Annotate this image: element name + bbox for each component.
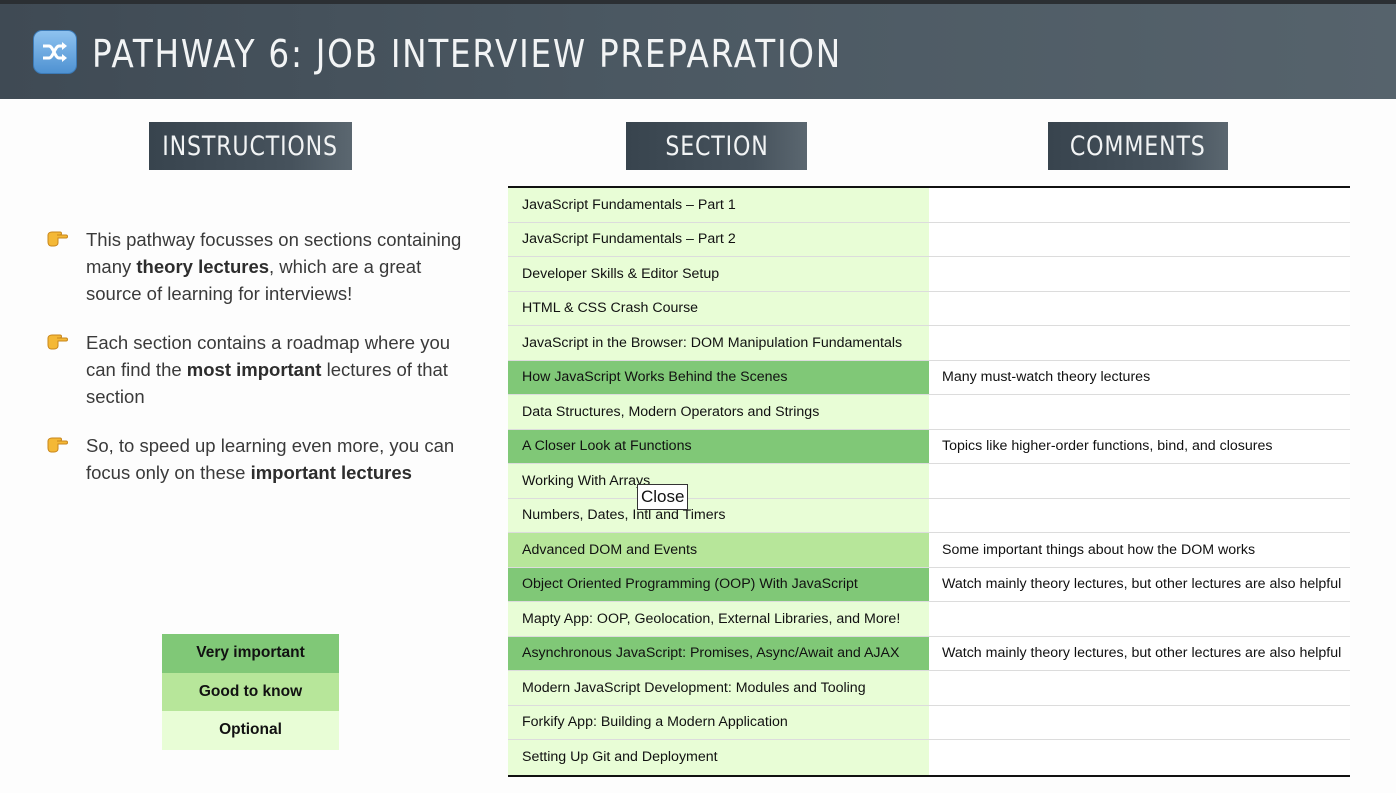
comment-cell: Many must-watch theory lectures <box>929 360 1350 394</box>
section-cell: Developer Skills & Editor Setup <box>508 257 929 291</box>
comment-cell: Topics like higher-order functions, bind… <box>929 429 1350 463</box>
comment-cell <box>929 326 1350 360</box>
table-row: Forkify App: Building a Modern Applicati… <box>508 705 1350 740</box>
table-row: How JavaScript Works Behind the Scenes Ma… <box>508 360 1350 395</box>
instruction-item: Each section contains a roadmap where yo… <box>46 329 466 410</box>
comment-cell <box>929 395 1350 429</box>
section-cell: JavaScript Fundamentals – Part 2 <box>508 222 929 256</box>
table-row: Advanced DOM and Events Some important th… <box>508 533 1350 568</box>
comment-cell: Watch mainly theory lectures, but other … <box>929 567 1350 601</box>
sections-table: JavaScript Fundamentals – Part 1 JavaScri… <box>508 186 1350 777</box>
comments-column-heading: Comments <box>1048 122 1228 170</box>
section-cell: Modern JavaScript Development: Modules a… <box>508 671 929 705</box>
comment-cell <box>929 705 1350 739</box>
comment-cell <box>929 257 1350 291</box>
comment-cell <box>929 188 1350 222</box>
comment-cell <box>929 222 1350 256</box>
section-cell: JavaScript in the Browser: DOM Manipulat… <box>508 326 929 360</box>
section-cell: Working With Arrays <box>508 464 929 498</box>
table-row: Developer Skills & Editor Setup <box>508 257 1350 292</box>
section-cell: Forkify App: Building a Modern Applicati… <box>508 705 929 739</box>
section-cell: How JavaScript Works Behind the Scenes <box>508 360 929 394</box>
instructions-list: This pathway focusses on sections contai… <box>46 226 466 508</box>
comment-cell <box>929 740 1350 775</box>
shuffle-icon <box>33 30 77 74</box>
instruction-item: This pathway focusses on sections contai… <box>46 226 466 307</box>
comment-cell <box>929 602 1350 636</box>
legend-very-important: Very important <box>162 634 339 673</box>
comment-cell <box>929 498 1350 532</box>
section-column-heading: Section <box>626 122 807 170</box>
section-cell: Numbers, Dates, Intl and Timers <box>508 498 929 532</box>
page-title: PATHWAY 6: JOB INTERVIEW PREPARATION <box>92 32 842 76</box>
table-row: Data Structures, Modern Operators and St… <box>508 395 1350 430</box>
table-row: Numbers, Dates, Intl and Timers <box>508 498 1350 533</box>
table-row: Mapty App: OOP, Geolocation, External Li… <box>508 602 1350 637</box>
legend-optional: Optional <box>162 711 339 750</box>
comment-cell <box>929 671 1350 705</box>
section-cell: Setting Up Git and Deployment <box>508 740 929 775</box>
section-cell: Object Oriented Programming (OOP) With J… <box>508 567 929 601</box>
section-cell: Advanced DOM and Events <box>508 533 929 567</box>
table-row: JavaScript Fundamentals – Part 1 <box>508 188 1350 223</box>
table-row: A Closer Look at Functions Topics like hi… <box>508 429 1350 464</box>
section-cell: HTML & CSS Crash Course <box>508 291 929 325</box>
table-row: Setting Up Git and Deployment <box>508 740 1350 775</box>
section-cell: Asynchronous JavaScript: Promises, Async… <box>508 636 929 670</box>
legend-good-to-know: Good to know <box>162 672 339 711</box>
table-row: Modern JavaScript Development: Modules a… <box>508 671 1350 706</box>
instruction-item: So, to speed up learning even more, you … <box>46 432 466 486</box>
table-row: JavaScript in the Browser: DOM Manipulat… <box>508 326 1350 361</box>
comment-cell <box>929 464 1350 498</box>
comment-cell <box>929 291 1350 325</box>
importance-legend: Very important Good to know Optional <box>162 634 339 750</box>
instructions-heading: Instructions <box>149 122 352 170</box>
pointing-hand-icon <box>47 231 68 247</box>
close-tooltip: Close <box>637 484 689 510</box>
section-cell: JavaScript Fundamentals – Part 1 <box>508 188 929 222</box>
section-cell: Data Structures, Modern Operators and St… <box>508 395 929 429</box>
comment-cell: Watch mainly theory lectures, but other … <box>929 636 1350 670</box>
table-row: HTML & CSS Crash Course <box>508 291 1350 326</box>
page-header: PATHWAY 6: JOB INTERVIEW PREPARATION <box>0 4 1396 99</box>
table-row: Object Oriented Programming (OOP) With J… <box>508 567 1350 602</box>
table-row: JavaScript Fundamentals – Part 2 <box>508 222 1350 257</box>
pointing-hand-icon <box>47 334 68 350</box>
pointing-hand-icon <box>47 437 68 453</box>
section-cell: Mapty App: OOP, Geolocation, External Li… <box>508 602 929 636</box>
table-row: Asynchronous JavaScript: Promises, Async… <box>508 636 1350 671</box>
comment-cell: Some important things about how the DOM … <box>929 533 1350 567</box>
table-row: Working With Arrays <box>508 464 1350 499</box>
section-cell: A Closer Look at Functions <box>508 429 929 463</box>
